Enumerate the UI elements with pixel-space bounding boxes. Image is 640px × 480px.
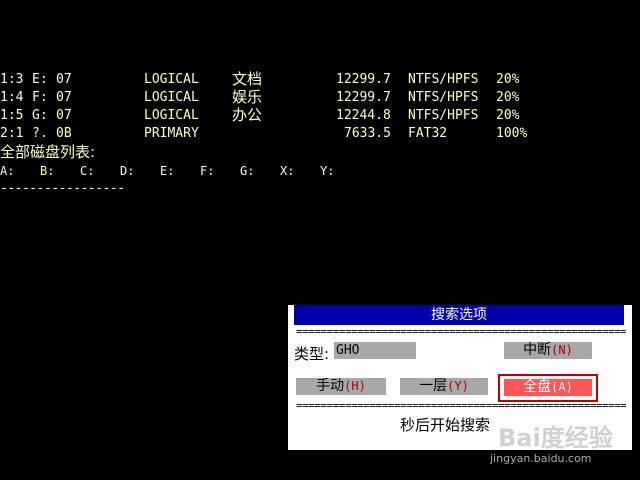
full-disk-button[interactable]: 全盘(A) bbox=[504, 379, 592, 396]
partition-kind: LOGICAL bbox=[144, 108, 199, 123]
partition-drive: F: bbox=[32, 90, 48, 105]
countdown-text: 秒后开始搜索 bbox=[400, 416, 491, 434]
watermark-url: jingyan.baidu.com bbox=[490, 452, 592, 465]
disk-list-title: 全部磁盘列表: bbox=[0, 143, 96, 161]
disk-letter[interactable]: B: bbox=[40, 162, 54, 180]
partition-id: 2:1 bbox=[0, 126, 24, 141]
baidu-logo-watermark: Bai度经验 bbox=[498, 424, 613, 452]
partition-type-code: 07 bbox=[56, 90, 72, 105]
partition-id: 1:4 bbox=[0, 90, 24, 105]
dialog-rule-bottom: ========================================… bbox=[296, 401, 626, 411]
disk-letter[interactable]: A: bbox=[0, 162, 14, 180]
partition-drive: E: bbox=[32, 72, 48, 87]
partition-filesystem: NTFS/HPFS bbox=[408, 108, 479, 123]
partition-type-code: 07 bbox=[56, 72, 72, 87]
manual-hotkey: H bbox=[351, 379, 359, 393]
disk-letter[interactable]: Y: bbox=[320, 162, 334, 180]
disk-letter[interactable]: X: bbox=[280, 162, 294, 180]
partition-kind: LOGICAL bbox=[144, 72, 199, 87]
partition-row: 1:4 F: 07 LOGICAL 娱乐 12299.7 NTFS/HPFS 2… bbox=[0, 88, 519, 107]
disk-letter-list: A: B: C: D: E: F: G: X: Y: bbox=[0, 162, 360, 180]
separator-line: ----------------- bbox=[0, 181, 125, 196]
one-level-button[interactable]: 一层(Y) bbox=[400, 378, 488, 395]
partition-row: 2:1 ?. 0B PRIMARY 7633.5 FAT32 100% bbox=[0, 125, 527, 143]
partition-label: 文档 bbox=[232, 70, 263, 88]
full-disk-button-focus-frame: 全盘(A) bbox=[498, 374, 598, 402]
disk-letter[interactable]: C: bbox=[80, 162, 94, 180]
dialog-rule-top: ========================================… bbox=[296, 327, 626, 337]
partition-label: 办公 bbox=[232, 106, 263, 124]
one-level-button-label: 一层 bbox=[419, 378, 448, 394]
partition-label: 娱乐 bbox=[232, 88, 263, 106]
disk-letter[interactable]: E: bbox=[160, 162, 174, 180]
full-disk-hotkey: A bbox=[558, 380, 566, 394]
partition-percent: 20% bbox=[496, 72, 520, 87]
manual-button[interactable]: 手动(H) bbox=[296, 378, 386, 395]
partition-filesystem: NTFS/HPFS bbox=[408, 72, 479, 87]
partition-row: 1:5 G: 07 LOGICAL 办公 12244.8 NTFS/HPFS 2… bbox=[0, 106, 519, 125]
partition-table: 1:3 E: 07 LOGICAL 文档 12299.7 NTFS/HPFS 2… bbox=[0, 70, 640, 143]
disk-letter[interactable]: F: bbox=[200, 162, 214, 180]
dialog-title: 搜索选项 bbox=[294, 305, 624, 325]
disk-letter[interactable]: D: bbox=[120, 162, 134, 180]
partition-drive: G: bbox=[32, 108, 48, 123]
partition-type-code: 07 bbox=[56, 108, 72, 123]
partition-row: 1:3 E: 07 LOGICAL 文档 12299.7 NTFS/HPFS 2… bbox=[0, 70, 519, 89]
type-field[interactable]: GHO bbox=[334, 342, 416, 359]
full-disk-button-label: 全盘 bbox=[523, 379, 552, 395]
interrupt-button[interactable]: 中断(N) bbox=[504, 342, 592, 359]
partition-size: 7633.5 bbox=[344, 126, 391, 141]
partition-id: 1:3 bbox=[0, 72, 24, 87]
type-label: 类型: bbox=[294, 345, 330, 363]
partition-id: 1:5 bbox=[0, 108, 24, 123]
partition-percent: 20% bbox=[496, 108, 520, 123]
partition-percent: 100% bbox=[496, 126, 528, 141]
partition-percent: 20% bbox=[496, 90, 520, 105]
disk-letter[interactable]: G: bbox=[240, 162, 254, 180]
partition-filesystem: NTFS/HPFS bbox=[408, 90, 479, 105]
manual-button-label: 手动 bbox=[316, 378, 345, 394]
partition-type-code: 0B bbox=[56, 126, 72, 141]
partition-drive: ?. bbox=[32, 126, 48, 141]
partition-size: 12299.7 bbox=[336, 90, 391, 105]
partition-size: 12244.8 bbox=[336, 108, 391, 123]
interrupt-button-label: 中断 bbox=[523, 342, 552, 358]
interrupt-hotkey: N bbox=[558, 343, 566, 357]
partition-size: 12299.7 bbox=[336, 72, 391, 87]
partition-filesystem: FAT32 bbox=[408, 126, 448, 141]
one-level-hotkey: Y bbox=[454, 379, 462, 393]
partition-kind: PRIMARY bbox=[144, 126, 199, 141]
partition-kind: LOGICAL bbox=[144, 90, 199, 105]
